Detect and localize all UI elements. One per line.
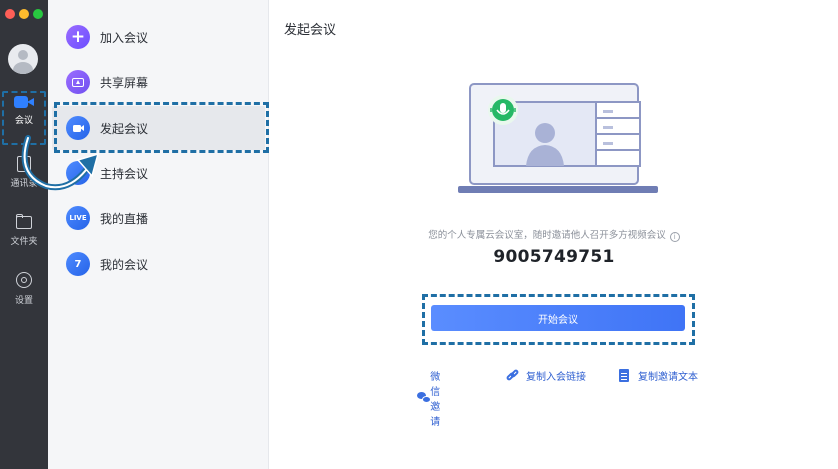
page-title: 发起会议 <box>284 23 337 38</box>
start-meeting-panel: 发起会议 您的个人专属云会议室，随时邀请他人召开多方视频会议 i 90057497… <box>270 0 838 469</box>
menu-item-my-meetings[interactable]: 7 我的会议 <box>52 242 265 286</box>
menu-item-label: 加入会议 <box>100 30 149 45</box>
menu-item-label: 我的会议 <box>100 257 149 272</box>
personal-meeting-id: 9005749751 <box>493 247 615 267</box>
minimize-window-icon[interactable] <box>19 9 29 19</box>
plus-icon: + <box>66 25 90 49</box>
maximize-window-icon[interactable] <box>33 9 43 19</box>
meeting-menu: + 加入会议 共享屏幕 发起会议 主持会议 LIVE 我的直播 7 我的会议 <box>48 0 269 469</box>
menu-item-my-live[interactable]: LIVE 我的直播 <box>52 196 265 240</box>
rail-item-folder[interactable]: 文件夹 <box>0 213 48 247</box>
action-label: 复制邀请文本 <box>638 372 698 383</box>
avatar[interactable] <box>8 44 38 74</box>
left-rail: 会议 通讯录 文件夹 设置 <box>0 0 48 469</box>
close-window-icon[interactable] <box>5 9 15 19</box>
highlight-start-button <box>422 294 695 345</box>
rail-item-label: 设置 <box>14 296 33 306</box>
action-label: 微信邀请 <box>430 372 441 428</box>
wechat-invite-button[interactable]: 微信邀请 <box>417 368 448 428</box>
document-icon <box>617 368 631 383</box>
description-text: 您的个人专属云会议室，随时邀请他人召开多方视频会议 <box>428 230 666 241</box>
settings-icon <box>14 272 34 290</box>
share-screen-icon <box>66 70 90 94</box>
link-icon <box>505 368 520 383</box>
menu-item-share-screen[interactable]: 共享屏幕 <box>52 60 265 104</box>
info-icon[interactable]: i <box>669 232 680 242</box>
calendar-icon: 7 <box>66 252 90 276</box>
laptop-illustration <box>458 83 658 193</box>
window-controls <box>5 9 43 19</box>
folder-icon <box>14 213 34 231</box>
live-icon: LIVE <box>66 206 90 230</box>
menu-item-join-meeting[interactable]: + 加入会议 <box>52 15 265 59</box>
curved-arrow-icon <box>21 135 100 191</box>
menu-item-label: 我的直播 <box>100 211 149 226</box>
meeting-description: 您的个人专属云会议室，随时邀请他人召开多方视频会议 i <box>270 227 838 242</box>
copy-link-button[interactable]: 复制入会链接 <box>505 368 605 383</box>
action-label: 复制入会链接 <box>526 372 586 383</box>
menu-item-label: 共享屏幕 <box>100 75 149 90</box>
rail-item-label: 文件夹 <box>10 237 38 247</box>
wechat-icon <box>417 391 431 405</box>
copy-invite-text-button[interactable]: 复制邀请文本 <box>617 368 727 383</box>
rail-item-settings[interactable]: 设置 <box>0 272 48 306</box>
menu-item-label: 主持会议 <box>100 166 149 181</box>
